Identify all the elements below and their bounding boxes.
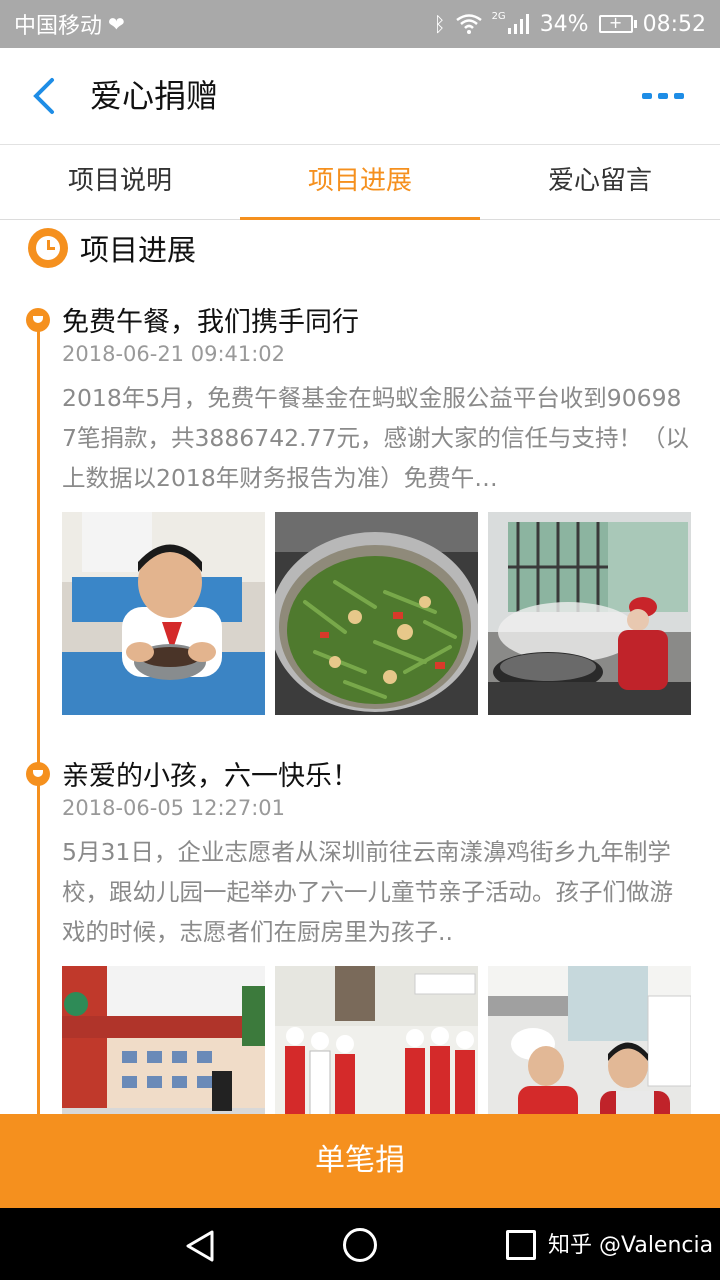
back-button[interactable] — [26, 74, 66, 118]
tab-messages[interactable]: 爱心留言 — [480, 145, 720, 219]
section-header: 项目进展 — [28, 228, 196, 268]
clock-icon — [28, 228, 68, 268]
photo-cook-wok[interactable] — [488, 512, 691, 715]
nav-home-icon[interactable] — [343, 1228, 377, 1262]
app-header: 爱心捐赠 — [0, 48, 720, 145]
photo-kitchen-volunteers[interactable] — [488, 966, 691, 1114]
more-dot — [674, 93, 684, 99]
tab-project-progress[interactable]: 项目进展 — [240, 145, 480, 220]
bluetooth-icon: ᛒ — [433, 12, 446, 36]
tab-project-description[interactable]: 项目说明 — [0, 145, 240, 219]
status-bar: 中国移动 ❤ ᛒ 2G 34% + 08:52 — [0, 0, 720, 48]
entry-body[interactable]: 5月31日，企业志愿者从深圳前往云南漾濞鸡街乡九年制学校，跟幼儿园一起举办了六一… — [62, 832, 692, 952]
more-dots-icon — [642, 93, 652, 99]
timeline-line — [37, 320, 40, 1114]
nav-back-icon[interactable] — [184, 1229, 216, 1263]
status-right: ᛒ 2G 34% + 08:52 — [434, 0, 706, 48]
entry-date: 2018-06-05 12:27:01 — [62, 796, 286, 820]
timeline-dot-icon — [26, 762, 50, 786]
status-left: 中国移动 ❤ — [14, 0, 125, 48]
donate-button[interactable]: 单笔捐 — [0, 1114, 720, 1208]
watermark-text: 知乎 @Valencia — [548, 1233, 714, 1258]
carrier-label: 中国移动 — [14, 14, 103, 39]
entry-photos — [62, 966, 691, 1114]
entry-title[interactable]: 免费午餐，我们携手同行 — [62, 300, 359, 339]
wifi-icon — [455, 14, 482, 34]
photo-boy-eating[interactable] — [62, 512, 265, 715]
battery-percent: 34% — [539, 11, 589, 37]
more-button[interactable] — [642, 86, 690, 106]
entry-body[interactable]: 2018年5月，免费午餐基金在蚂蚁金服公益平台收到906987笔捐款，共3886… — [62, 378, 692, 498]
section-title: 项目进展 — [80, 233, 197, 267]
timeline-dot-icon — [26, 308, 50, 332]
entry-title[interactable]: 亲爱的小孩，六一快乐！ — [62, 754, 359, 793]
page-title: 爱心捐赠 — [90, 77, 219, 115]
entry-date: 2018-06-21 09:41:02 — [62, 342, 286, 366]
signal-icon — [507, 14, 529, 34]
heart-pulse-icon: ❤ — [108, 12, 125, 36]
chevron-left-icon — [33, 78, 54, 114]
photo-school-gate[interactable] — [62, 966, 265, 1114]
nav-recent-apps-icon[interactable] — [506, 1230, 536, 1260]
photo-volunteers-chef-hats[interactable] — [275, 966, 478, 1114]
photo-green-beans[interactable] — [275, 512, 478, 715]
tab-bar: 项目说明 项目进展 爱心留言 — [0, 145, 720, 220]
entry-photos — [62, 512, 691, 715]
more-dot — [658, 93, 668, 99]
battery-charging-icon: + — [598, 13, 637, 33]
navigation-bar: 知乎 @Valencia — [0, 1208, 720, 1280]
progress-content[interactable]: 项目进展 免费午餐，我们携手同行 2018-06-21 09:41:02 201… — [0, 220, 720, 1114]
clock-time: 08:52 — [642, 11, 706, 37]
network-type: 2G — [491, 10, 506, 22]
